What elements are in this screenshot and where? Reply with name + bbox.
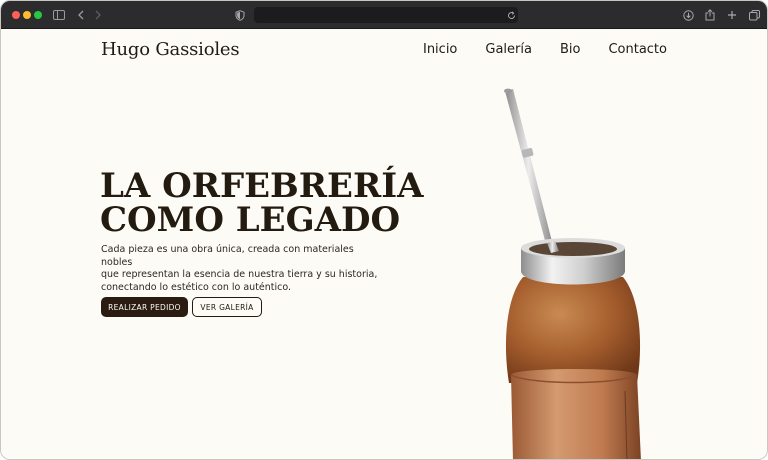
main-nav: Inicio Galería Bio Contacto — [423, 42, 667, 57]
new-tab-icon[interactable] — [724, 7, 740, 23]
address-bar[interactable] — [254, 7, 518, 23]
nav-link-bio[interactable]: Bio — [560, 42, 580, 57]
hero-title-line-2: COMO LEGADO — [100, 200, 401, 240]
tabs-overview-icon[interactable] — [746, 7, 762, 23]
zoom-window-button[interactable] — [34, 11, 42, 19]
hero-description-line-3: conectando lo estético con lo auténtico. — [101, 281, 292, 293]
sidebar-icon[interactable] — [51, 7, 67, 23]
shield-icon[interactable] — [232, 7, 248, 23]
web-page: Hugo Gassioles Inicio Galería Bio Contac… — [1, 29, 767, 459]
hero-title: LA ORFEBRERÍA COMO LEGADO — [100, 169, 430, 237]
close-window-button[interactable] — [12, 11, 20, 19]
forward-icon[interactable] — [90, 7, 106, 23]
hero-description: Cada pieza es una obra única, creada con… — [101, 244, 381, 294]
order-button[interactable]: REALIZAR PEDIDO — [101, 297, 188, 317]
gallery-button[interactable]: VER GALERÍA — [192, 297, 262, 317]
hero-description-line-2: que representan la esencia de nuestra ti… — [101, 269, 378, 280]
nav-link-contacto[interactable]: Contacto — [608, 42, 667, 57]
browser-window: Hugo Gassioles Inicio Galería Bio Contac… — [0, 0, 768, 460]
nav-link-galeria[interactable]: Galería — [485, 42, 532, 57]
back-icon[interactable] — [73, 7, 89, 23]
browser-toolbar — [1, 1, 767, 29]
reload-icon[interactable] — [503, 7, 519, 23]
minimize-window-button[interactable] — [23, 11, 31, 19]
nav-link-inicio[interactable]: Inicio — [423, 42, 457, 57]
site-logo[interactable]: Hugo Gassioles — [101, 39, 240, 60]
hero-title-line-1: LA ORFEBRERÍA — [100, 166, 424, 206]
hero-description-line-1: Cada pieza es una obra única, creada con… — [101, 244, 354, 268]
download-icon[interactable] — [680, 7, 696, 23]
mate-gourd-image — [504, 88, 641, 459]
share-icon[interactable] — [702, 7, 718, 23]
